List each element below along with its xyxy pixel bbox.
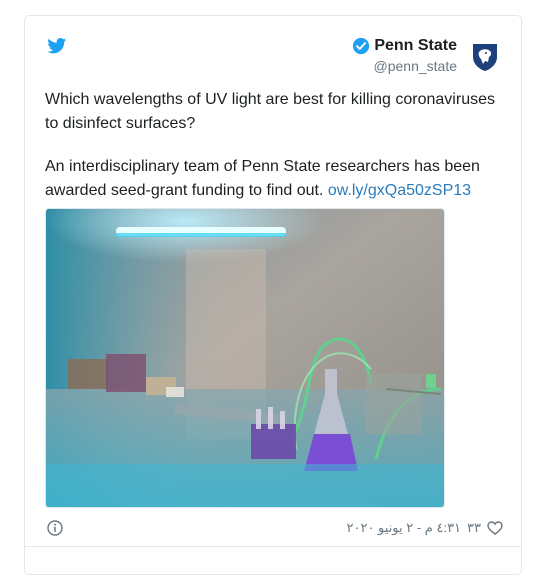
twitter-bird-icon[interactable]: [47, 38, 67, 54]
tweet-paragraph-1: Which wavelengths of UV light are best f…: [45, 91, 495, 132]
author-block[interactable]: Penn State @penn_state: [352, 37, 457, 74]
tweet-paragraph-2: An interdisciplinary team of Penn State …: [45, 155, 505, 203]
penn-state-shield-logo[interactable]: [471, 42, 499, 72]
lab-fume-hood-photo: [46, 209, 444, 507]
info-icon[interactable]: [47, 520, 63, 536]
heart-icon[interactable]: [487, 521, 503, 535]
tweet-card: Penn State @penn_state Which wavelengths…: [24, 15, 522, 575]
tweet-timestamp[interactable]: ٤:٣١ م - ٢ يونيو ٢٠٢٠: [347, 520, 462, 536]
author-name[interactable]: Penn State: [374, 37, 457, 55]
tweet-link[interactable]: ow.ly/gxQa50zSP13: [328, 182, 471, 199]
verified-badge-icon: [353, 37, 370, 55]
footer-divider: [25, 546, 521, 547]
tweet-footer: ٤:٣١ م - ٢ يونيو ٢٠٢٠ ٣٣: [45, 518, 503, 540]
tweet-photo[interactable]: [45, 208, 445, 508]
tweet-text: Which wavelengths of UV light are best f…: [45, 88, 505, 222]
like-count[interactable]: ٣٣: [467, 520, 481, 536]
author-handle[interactable]: @penn_state: [352, 58, 458, 74]
tweet-meta: ٤:٣١ م - ٢ يونيو ٢٠٢٠ ٣٣: [347, 520, 504, 536]
